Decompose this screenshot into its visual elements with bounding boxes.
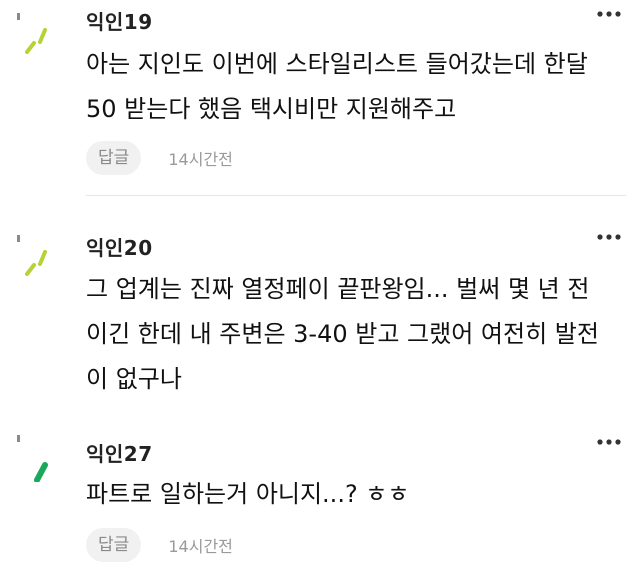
green-dash-avatar-icon[interactable] bbox=[16, 232, 56, 276]
comment-text-line: 그 업계는 진짜 열정페이 끝판왕임... 벌써 몇 년 전 bbox=[86, 275, 590, 303]
comment-author[interactable]: 익인19 bbox=[86, 6, 153, 35]
comment-text-line: 이긴 한데 내 주변은 3-40 받고 그랬어 여전히 발전 bbox=[86, 320, 599, 348]
comment-text-line: 이 없구나 bbox=[86, 365, 182, 393]
green-dash-avatar-icon[interactable] bbox=[16, 10, 56, 54]
comment-text: 파트로 일하는거 아니지...? ㅎㅎ bbox=[86, 472, 626, 517]
comment-text: 그 업계는 진짜 열정페이 끝판왕임... 벌써 몇 년 전 이긴 한데 내 주… bbox=[86, 267, 626, 402]
comment-divider bbox=[86, 195, 626, 196]
comment-timestamp: 14시간전 bbox=[168, 537, 233, 556]
comment-actions: 답글 14시간전 bbox=[86, 141, 233, 175]
comment-timestamp: 14시간전 bbox=[168, 150, 233, 169]
reply-button[interactable]: 답글 bbox=[86, 528, 142, 562]
comment-text-line: 아는 지인도 이번에 스타일리스트 들어갔는데 한달 bbox=[86, 50, 588, 78]
more-options-icon[interactable] bbox=[596, 432, 622, 445]
more-options-icon[interactable] bbox=[596, 4, 622, 17]
comment-actions: 답글 14시간전 bbox=[86, 528, 233, 562]
comment-text-line: 50 받는다 했음 택시비만 지원해주고 bbox=[86, 95, 457, 123]
comment-list: 익인19 아는 지인도 이번에 스타일리스트 들어갔는데 한달 50 받는다 했… bbox=[0, 0, 640, 575]
reply-button[interactable]: 답글 bbox=[86, 141, 142, 175]
comment-author[interactable]: 익인20 bbox=[86, 232, 153, 261]
more-options-icon[interactable] bbox=[596, 227, 622, 240]
green-slash-avatar-icon[interactable] bbox=[16, 432, 56, 482]
comment-text-line: 파트로 일하는거 아니지...? ㅎㅎ bbox=[86, 480, 410, 508]
comment-author[interactable]: 익인27 bbox=[86, 438, 153, 467]
comment-text: 아는 지인도 이번에 스타일리스트 들어갔는데 한달 50 받는다 했음 택시비… bbox=[86, 42, 626, 132]
